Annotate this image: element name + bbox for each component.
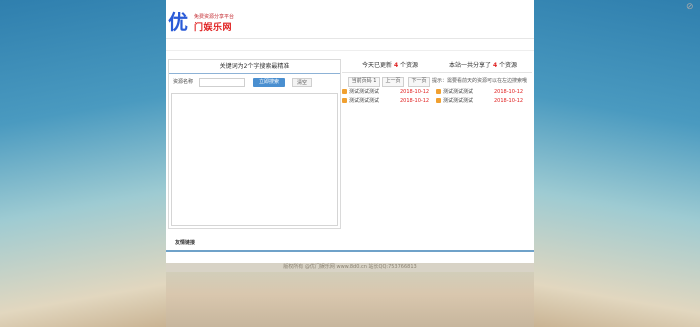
- prev-page-button[interactable]: 上一页: [382, 77, 404, 87]
- site-header: 优 免费资源分享平台 门娱乐网: [166, 10, 534, 39]
- logo-tagline: 免费资源分享平台: [194, 14, 235, 20]
- next-page-button[interactable]: 下一页: [408, 77, 430, 87]
- clear-button[interactable]: 清空: [292, 78, 312, 87]
- resource-panel-titles: 今天已更新 4 个资源 本站一共分享了 4 个资源: [342, 59, 532, 73]
- today-update-text: 今天已更新 4 个资源: [362, 62, 419, 69]
- friend-links: 友情链接: [166, 235, 534, 252]
- sub-bar: [166, 38, 534, 51]
- file-icon: [436, 89, 441, 94]
- refresh-off-icon[interactable]: ⊘: [686, 2, 696, 12]
- main-page: ⊘ 优 免费资源分享平台 门娱乐网 关键词为2个字搜索最精准 资源名称 立即搜索…: [166, 0, 694, 271]
- search-panel-title: 关键词为2个字搜索最精准: [169, 60, 340, 74]
- background-left: [0, 0, 166, 327]
- logo-name[interactable]: 门娱乐网: [194, 20, 232, 33]
- list-item[interactable]: 测试测试测试 2018-10-12: [436, 97, 532, 106]
- list-item[interactable]: 测试测试测试 2018-10-12: [342, 88, 432, 97]
- file-icon: [436, 98, 441, 103]
- background-right: [534, 0, 700, 327]
- today-count: 4: [393, 62, 399, 69]
- total-share-text: 本站一共分享了 4 个资源: [449, 62, 518, 69]
- resource-panel: 今天已更新 4 个资源 本站一共分享了 4 个资源 当前页码 1 上一页 下一页…: [342, 59, 532, 227]
- search-results-area: [171, 93, 338, 226]
- total-count: 4: [492, 62, 498, 69]
- search-label: 资源名称: [173, 79, 194, 85]
- logo-mark[interactable]: 优: [168, 11, 188, 33]
- footer: 版权所有 @优门娱乐网 www.8d0.cn 站长QQ:753766813: [166, 263, 534, 272]
- search-panel: 关键词为2个字搜索最精准 资源名称 立即搜索 清空: [168, 59, 341, 229]
- current-page-indicator: 当前页码 1: [348, 77, 380, 87]
- file-icon: [342, 89, 347, 94]
- friend-links-title: 友情链接: [175, 240, 196, 246]
- list-item[interactable]: 测试测试测试 2018-10-12: [342, 97, 432, 106]
- search-button[interactable]: 立即搜索: [253, 78, 285, 87]
- search-row: 资源名称 立即搜索 清空: [169, 78, 340, 88]
- file-icon: [342, 98, 347, 103]
- list-item[interactable]: 测试测试测试 2018-10-12: [436, 88, 532, 97]
- search-input[interactable]: [199, 78, 245, 87]
- search-hint: 提示：需要看前天的资源可以在左边搜索哦: [432, 78, 528, 84]
